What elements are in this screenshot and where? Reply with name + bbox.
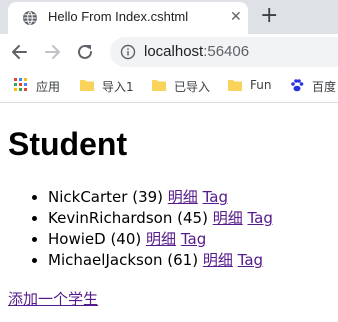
url-text: localhost:56406 — [144, 43, 249, 60]
bookmark-label: 百度 — [312, 80, 337, 94]
folder-icon — [152, 80, 166, 91]
list-item: MichaelJackson (61) 明细 Tag — [48, 250, 273, 271]
tag-link[interactable]: Tag — [248, 209, 273, 227]
bookmarks-bar: 应用 导入1 已导入 Fun 百度 — [0, 70, 338, 103]
student-list: NickCarter (39) 明细 Tag KevinRichardson (… — [8, 187, 273, 271]
tag-link[interactable]: Tag — [238, 251, 263, 269]
bookmark-label: 已导入 — [174, 80, 211, 94]
tab-title: Hello From Index.cshtml — [48, 9, 189, 24]
student-age: (39) — [132, 188, 164, 206]
detail-link[interactable]: 明细 — [213, 209, 243, 227]
bookmark-label: Fun — [250, 78, 272, 92]
page-title: Student — [8, 126, 128, 162]
list-item: NickCarter (39) 明细 Tag — [48, 187, 273, 208]
student-name: KevinRichardson — [48, 209, 173, 227]
browser-tab[interactable]: Hello From Index.cshtml ✕ — [8, 2, 248, 34]
tag-link[interactable]: Tag — [203, 188, 228, 206]
info-icon[interactable] — [120, 44, 136, 60]
student-age: (40) — [110, 230, 142, 248]
reload-icon[interactable] — [74, 41, 96, 63]
add-student-link[interactable]: 添加一个学生 — [8, 288, 98, 309]
student-age: (45) — [177, 209, 208, 227]
student-name: NickCarter — [48, 188, 128, 206]
new-tab-icon[interactable]: + — [260, 3, 278, 28]
baidu-icon — [291, 79, 304, 92]
folder-icon — [80, 80, 94, 91]
tag-link[interactable]: Tag — [181, 230, 206, 248]
close-tab-icon[interactable]: ✕ — [230, 9, 242, 25]
detail-link[interactable]: 明细 — [203, 251, 233, 269]
list-item: KevinRichardson (45) 明细 Tag — [48, 208, 273, 229]
detail-link[interactable]: 明细 — [168, 188, 198, 206]
url-port: :56406 — [203, 43, 250, 60]
bookmark-label: 应用 — [36, 80, 61, 94]
back-arrow-icon[interactable] — [8, 41, 30, 63]
student-name: MichaelJackson — [48, 251, 163, 269]
list-item: HowieD (40) 明细 Tag — [48, 229, 273, 250]
page-content: Student NickCarter (39) 明细 Tag KevinRich… — [8, 103, 338, 322]
student-name: HowieD — [48, 230, 106, 248]
folder-icon — [228, 80, 242, 91]
tab-strip: Hello From Index.cshtml ✕ + — [0, 0, 338, 34]
toolbar: localhost:56406 — [0, 34, 338, 70]
apps-icon — [14, 78, 27, 91]
url-host: localhost — [144, 43, 204, 60]
globe-icon — [23, 11, 37, 25]
address-bar[interactable]: localhost:56406 — [110, 37, 338, 67]
bookmark-label: 导入1 — [102, 80, 134, 94]
student-age: (61) — [167, 251, 199, 269]
forward-arrow-icon[interactable] — [42, 41, 64, 63]
detail-link[interactable]: 明细 — [146, 230, 176, 248]
